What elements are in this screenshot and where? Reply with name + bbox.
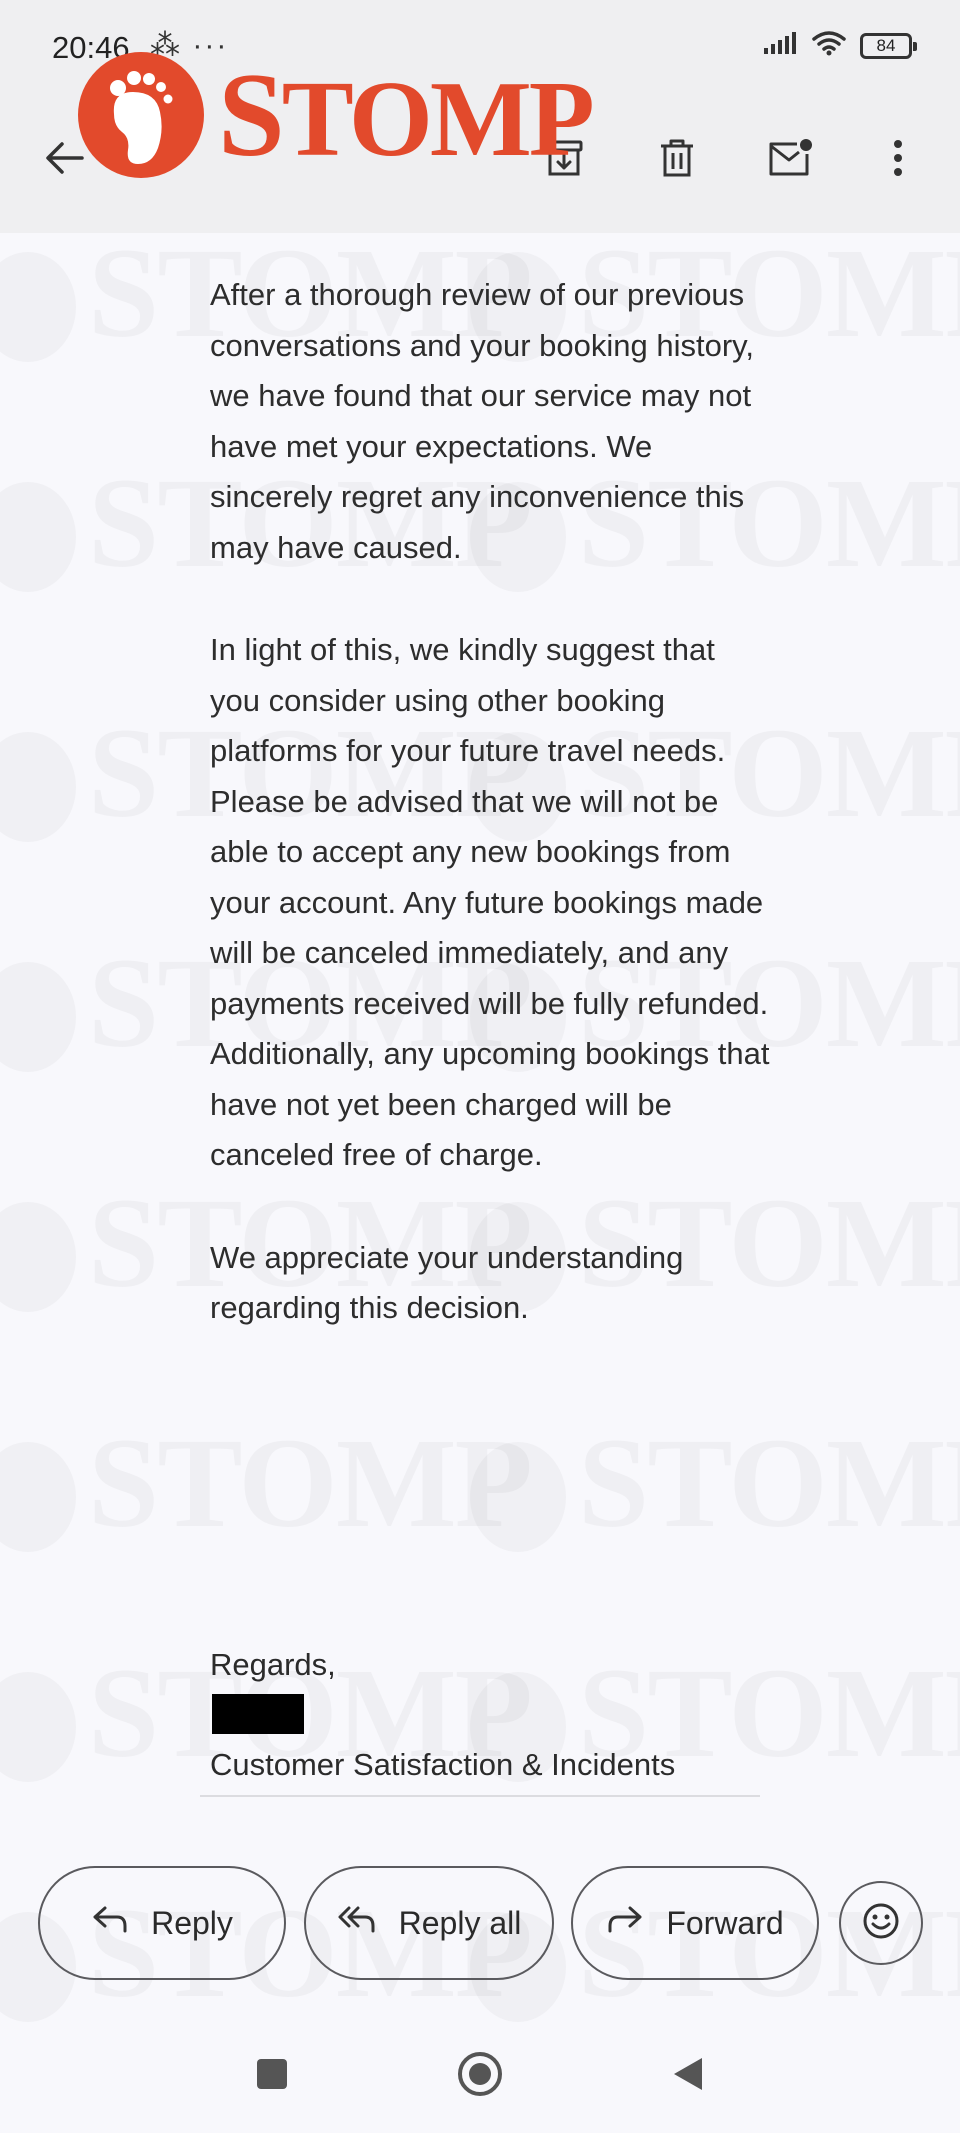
email-closing: Regards, [210, 1647, 336, 1682]
circle-home-icon [456, 2050, 504, 2103]
more-vertical-icon [892, 138, 904, 183]
system-nav-bar [0, 2030, 960, 2130]
home-button[interactable] [450, 2046, 510, 2106]
mail-unread-icon [767, 138, 813, 183]
email-paragraph: We appreciate your understanding regardi… [210, 1239, 684, 1326]
logo-letter: S [218, 48, 285, 181]
reply-label: Reply [151, 1904, 233, 1941]
emoji-reaction-button[interactable] [839, 1881, 923, 1965]
reply-all-icon [337, 1904, 377, 1942]
delete-button[interactable] [645, 128, 709, 192]
divider [200, 1795, 760, 1797]
reply-all-button[interactable]: Reply all [304, 1866, 554, 1980]
foot-logo-icon [78, 52, 204, 178]
battery-icon: 84 [860, 32, 917, 59]
forward-icon [606, 1904, 644, 1942]
recents-button[interactable] [242, 2046, 302, 2106]
nav-back-button[interactable] [658, 2046, 718, 2106]
status-indicators: 84 [764, 30, 917, 61]
signal-icon [764, 32, 798, 59]
forward-button[interactable]: Forward [571, 1866, 819, 1980]
battery-level: 84 [876, 35, 896, 55]
square-recents-icon [255, 2057, 289, 2096]
reply-button[interactable]: Reply [38, 1866, 286, 1980]
watermark: STOMP [470, 1410, 960, 1557]
wifi-icon [812, 30, 846, 61]
redacted-name-block [212, 1694, 304, 1734]
email-body: After a thorough review of our previous … [210, 270, 770, 1334]
reply-icon [91, 1904, 129, 1942]
emoji-reaction-icon [861, 1901, 901, 1946]
reply-actions: Reply Reply all Forward [0, 1866, 960, 1986]
stomp-logo: STOMP [78, 52, 595, 182]
more-options-button[interactable] [866, 128, 930, 192]
trash-icon [657, 137, 697, 184]
mark-unread-button[interactable] [758, 128, 822, 192]
reply-all-label: Reply all [398, 1904, 522, 1941]
forward-label: Forward [666, 1904, 784, 1941]
email-signature: Customer Satisfaction & Incidents [210, 1747, 676, 1782]
stomp-wordmark: STOMP [218, 55, 595, 179]
email-paragraph: After a thorough review of our previous … [210, 277, 754, 565]
watermark: STOMP [0, 1410, 531, 1557]
email-paragraph: In light of this, we kindly suggest that… [210, 632, 770, 1172]
logo-letters: TOMP [281, 60, 595, 179]
triangle-back-icon [670, 2055, 706, 2098]
